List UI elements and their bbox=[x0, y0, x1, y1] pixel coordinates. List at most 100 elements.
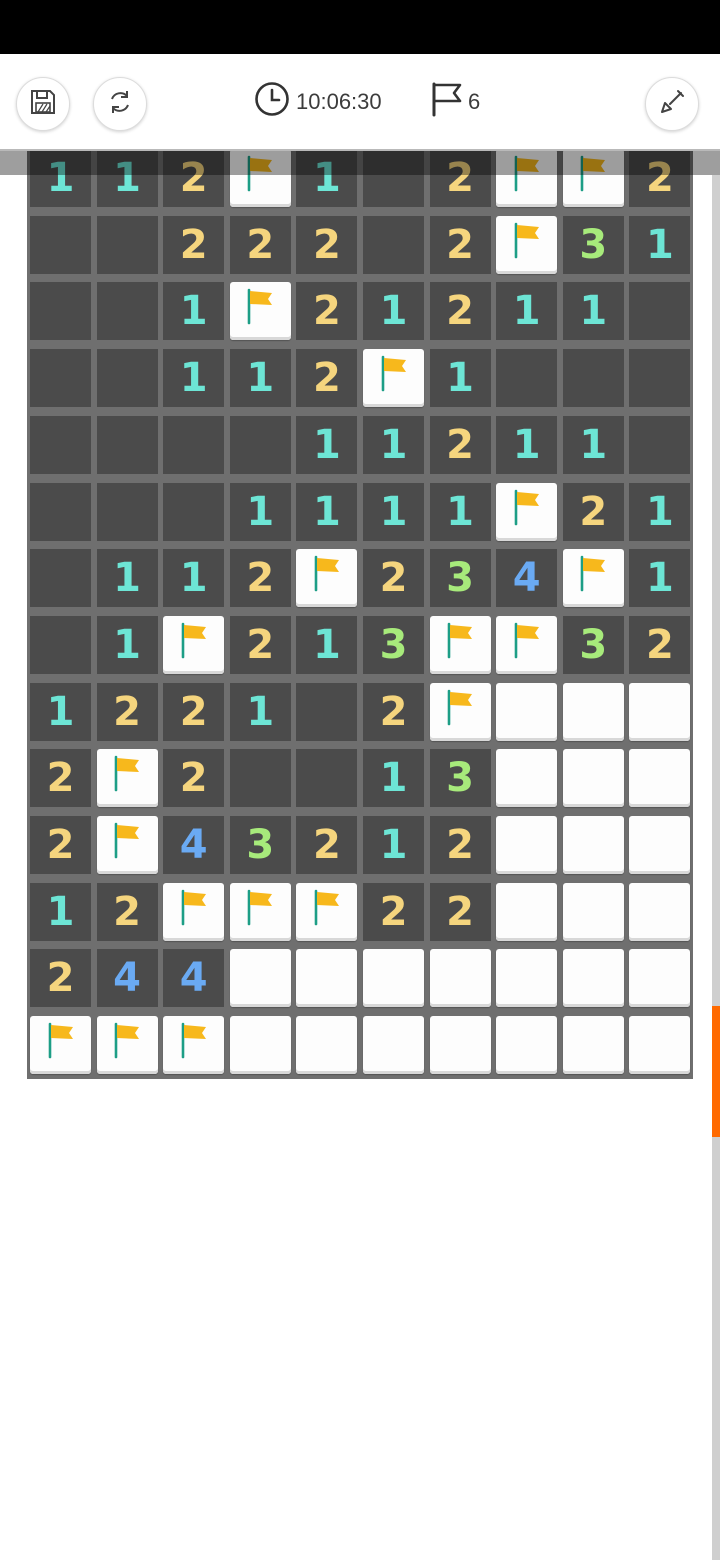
cell-number: 2 bbox=[379, 688, 408, 735]
cell-number: 1 bbox=[179, 355, 208, 402]
flagged-cell[interactable] bbox=[496, 615, 558, 674]
hidden-cell[interactable] bbox=[496, 882, 558, 941]
flagged-cell[interactable] bbox=[562, 149, 624, 207]
flagged-cell[interactable] bbox=[30, 1016, 91, 1075]
cell-number: 2 bbox=[46, 822, 75, 868]
hidden-cell[interactable] bbox=[629, 749, 691, 808]
empty-cell bbox=[96, 349, 158, 408]
cell-number: 1 bbox=[113, 555, 142, 602]
cell-number: 1 bbox=[379, 822, 408, 868]
cell-number: 2 bbox=[446, 822, 475, 868]
cell-number: 1 bbox=[246, 688, 275, 735]
number-cell: 2 bbox=[429, 215, 491, 274]
hidden-cell[interactable] bbox=[496, 949, 558, 1008]
flagged-cell[interactable] bbox=[229, 282, 291, 341]
flag-icon bbox=[443, 619, 477, 671]
cell-number: 1 bbox=[312, 421, 341, 468]
empty-cell bbox=[96, 415, 158, 474]
cell-number: 2 bbox=[379, 888, 408, 935]
flagged-cell[interactable] bbox=[96, 816, 158, 874]
clock-icon bbox=[254, 81, 290, 123]
hidden-cell[interactable] bbox=[629, 682, 691, 741]
hidden-cell[interactable] bbox=[496, 749, 558, 808]
number-cell: 1 bbox=[562, 282, 624, 341]
cell-number: 3 bbox=[246, 822, 275, 868]
scrollbar-thumb[interactable] bbox=[712, 1006, 720, 1137]
number-cell: 1 bbox=[363, 816, 424, 874]
restart-button[interactable] bbox=[93, 77, 147, 131]
number-cell: 4 bbox=[96, 949, 158, 1008]
flagged-cell[interactable] bbox=[229, 882, 291, 941]
flagged-cell[interactable] bbox=[296, 882, 358, 941]
flagged-cell[interactable] bbox=[363, 349, 424, 408]
hidden-cell[interactable] bbox=[229, 949, 291, 1008]
hidden-cell[interactable] bbox=[496, 816, 558, 874]
number-cell: 2 bbox=[562, 482, 624, 541]
hidden-cell[interactable] bbox=[562, 682, 624, 741]
number-cell: 3 bbox=[562, 615, 624, 674]
flag-icon bbox=[510, 619, 544, 671]
hidden-cell[interactable] bbox=[562, 949, 624, 1008]
flag-count-value: 6 bbox=[468, 89, 481, 114]
flag-icon bbox=[177, 1019, 211, 1071]
number-cell: 2 bbox=[363, 549, 424, 608]
hidden-cell[interactable] bbox=[363, 949, 424, 1008]
cell-number: 2 bbox=[179, 755, 208, 802]
hidden-cell[interactable] bbox=[562, 882, 624, 941]
cell-number: 1 bbox=[46, 888, 75, 935]
flagged-cell[interactable] bbox=[496, 482, 558, 541]
flagged-cell[interactable] bbox=[229, 149, 291, 207]
scrollbar-track[interactable] bbox=[712, 175, 720, 1560]
number-cell: 1 bbox=[30, 149, 91, 207]
number-cell: 1 bbox=[296, 615, 358, 674]
save-button[interactable] bbox=[16, 77, 70, 131]
flagged-cell[interactable] bbox=[96, 749, 158, 808]
cell-number: 1 bbox=[379, 421, 408, 468]
hidden-cell[interactable] bbox=[363, 1016, 424, 1075]
flagged-cell[interactable] bbox=[496, 149, 558, 207]
hidden-cell[interactable] bbox=[296, 949, 358, 1008]
flag-icon bbox=[510, 219, 544, 271]
hidden-cell[interactable] bbox=[229, 1016, 291, 1075]
hidden-cell[interactable] bbox=[562, 1016, 624, 1075]
flag-icon bbox=[510, 486, 544, 538]
number-cell: 1 bbox=[496, 282, 558, 341]
flagged-cell[interactable] bbox=[296, 549, 358, 608]
empty-cell bbox=[30, 549, 91, 608]
cell-number: 2 bbox=[446, 221, 475, 268]
empty-cell bbox=[363, 149, 424, 207]
flagged-cell[interactable] bbox=[429, 682, 491, 741]
hidden-cell[interactable] bbox=[296, 1016, 358, 1075]
flag-icon bbox=[177, 619, 211, 671]
hidden-cell[interactable] bbox=[562, 816, 624, 874]
empty-cell bbox=[30, 415, 91, 474]
hidden-cell[interactable] bbox=[496, 1016, 558, 1075]
cell-number: 3 bbox=[446, 555, 475, 602]
flagged-cell[interactable] bbox=[562, 549, 624, 608]
number-cell: 1 bbox=[30, 682, 91, 741]
hidden-cell[interactable] bbox=[429, 1016, 491, 1075]
number-cell: 3 bbox=[429, 549, 491, 608]
hidden-cell[interactable] bbox=[629, 816, 691, 874]
dig-mode-button[interactable] bbox=[645, 77, 699, 131]
hidden-cell[interactable] bbox=[629, 882, 691, 941]
flagged-cell[interactable] bbox=[163, 615, 225, 674]
number-cell: 3 bbox=[429, 749, 491, 808]
number-cell: 2 bbox=[296, 816, 358, 874]
hidden-cell[interactable] bbox=[429, 949, 491, 1008]
flagged-cell[interactable] bbox=[429, 615, 491, 674]
flagged-cell[interactable] bbox=[163, 1016, 225, 1075]
cell-number: 2 bbox=[113, 888, 142, 935]
hidden-cell[interactable] bbox=[629, 949, 691, 1008]
cell-number: 2 bbox=[46, 955, 75, 1002]
flagged-cell[interactable] bbox=[496, 215, 558, 274]
flagged-cell[interactable] bbox=[96, 1016, 158, 1075]
hidden-cell[interactable] bbox=[629, 1016, 691, 1075]
flag-icon bbox=[110, 819, 144, 871]
hidden-cell[interactable] bbox=[562, 749, 624, 808]
cell-number: 4 bbox=[179, 955, 208, 1002]
number-cell: 1 bbox=[363, 482, 424, 541]
hidden-cell[interactable] bbox=[496, 682, 558, 741]
flagged-cell[interactable] bbox=[163, 882, 225, 941]
cell-number: 1 bbox=[579, 421, 608, 468]
